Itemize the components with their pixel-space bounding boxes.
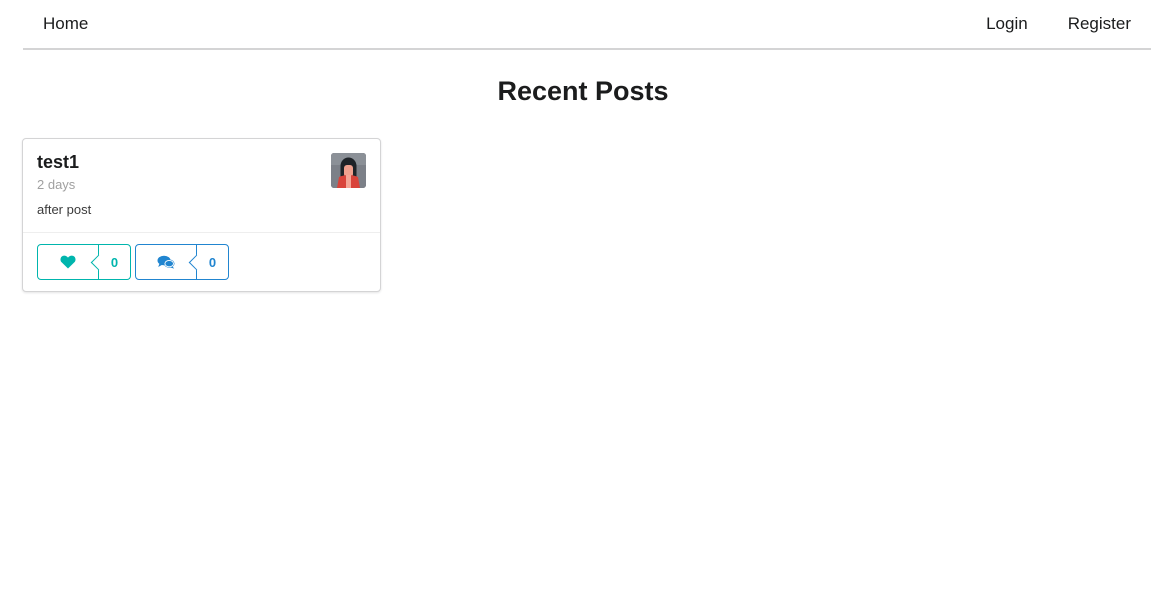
post-card-content: test1 2 days after post (23, 139, 380, 233)
nav-home-link[interactable]: Home (23, 0, 108, 49)
top-menu: Home Login Register (23, 0, 1151, 50)
heart-icon (38, 245, 98, 279)
avatar (331, 153, 366, 188)
nav-register-link[interactable]: Register (1048, 0, 1151, 49)
avatar-image (331, 153, 366, 188)
like-button[interactable]: 0 (37, 244, 131, 280)
comment-count: 0 (196, 245, 228, 279)
comments-icon (136, 245, 196, 279)
post-username[interactable]: test1 (37, 152, 366, 172)
post-card-actions: 0 0 (23, 233, 380, 280)
nav-login-link[interactable]: Login (966, 0, 1048, 49)
post-card: test1 2 days after post 0 0 (22, 138, 381, 292)
page-title: Recent Posts (497, 76, 669, 106)
like-count: 0 (98, 245, 130, 279)
post-timestamp[interactable]: 2 days (37, 177, 366, 193)
menu-right-group: Login Register (966, 0, 1151, 49)
comment-button[interactable]: 0 (135, 244, 229, 280)
post-body: after post (37, 202, 92, 217)
